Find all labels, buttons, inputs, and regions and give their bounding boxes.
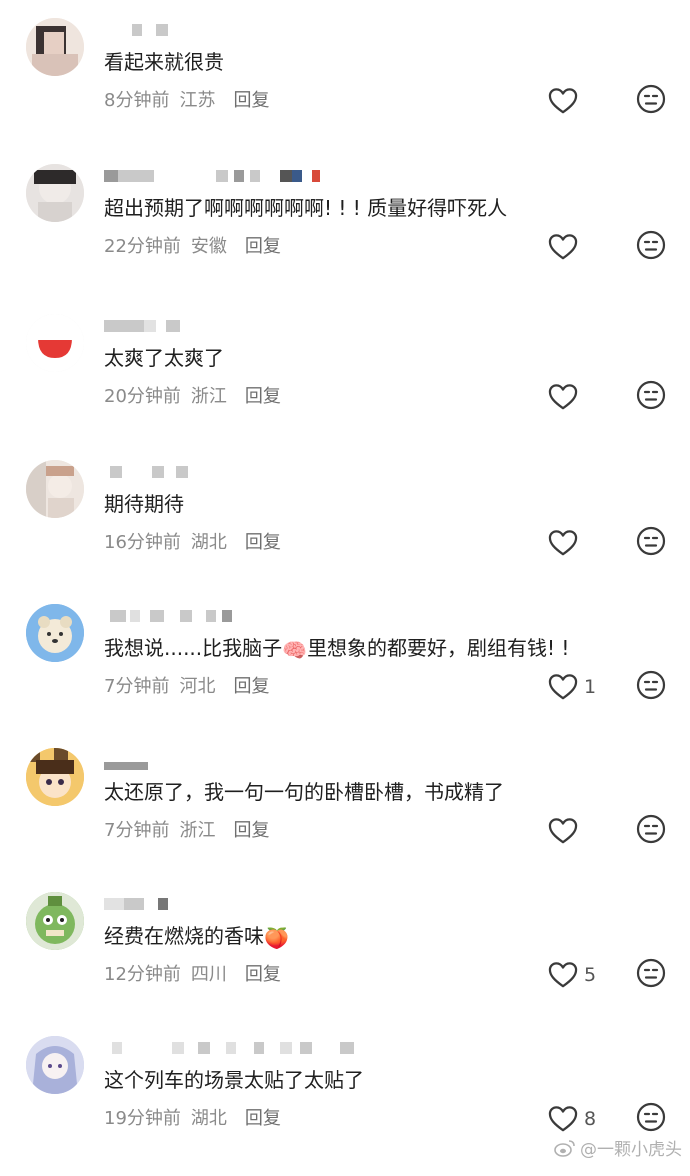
comment-location: 湖北: [190, 532, 227, 553]
comment-text: 我想说......比我脑子🧠里想象的都要好，剧组有钱! !: [104, 634, 569, 664]
comment-location: 江苏: [179, 90, 216, 111]
comment-text-part: 经费在燃烧的香味: [104, 924, 264, 948]
watermark-text: @一颗小虎头: [580, 1140, 682, 1160]
dislike-face-icon[interactable]: [636, 380, 666, 410]
comment-time: 22分钟前: [104, 236, 181, 257]
reply-button[interactable]: 回复: [245, 235, 281, 259]
like-button[interactable]: [548, 231, 584, 263]
heart-icon: [548, 674, 578, 700]
dislike-face-icon[interactable]: [636, 670, 666, 700]
like-button[interactable]: 8: [548, 1103, 596, 1135]
comment-time: 8分钟前: [104, 90, 170, 111]
heart-icon: [548, 818, 578, 844]
user-avatar[interactable]: [26, 1036, 84, 1094]
brain-emoji-icon: 🧠: [282, 638, 308, 662]
comment-text: 这个列车的场景太贴了太贴了: [104, 1068, 364, 1092]
comment-meta: 20分钟前 浙江 回复: [104, 385, 281, 409]
comment-location: 四川: [190, 964, 227, 985]
comment-item: 超出预期了啊啊啊啊啊啊! ! ! 质量好得吓死人 22分钟前 安徽 回复: [0, 164, 690, 304]
heart-icon: [548, 530, 578, 556]
comment-time: 7分钟前: [104, 676, 170, 697]
comment-text: 经费在燃烧的香味🍑: [104, 922, 289, 952]
dislike-face-icon[interactable]: [636, 1102, 666, 1132]
comment-time: 7分钟前: [104, 820, 170, 841]
user-avatar[interactable]: [26, 460, 84, 518]
user-avatar[interactable]: [26, 604, 84, 662]
like-button[interactable]: [548, 381, 584, 413]
comment-location: 浙江: [190, 386, 227, 407]
user-avatar[interactable]: [26, 892, 84, 950]
comment-meta: 12分钟前 四川 回复: [104, 963, 281, 987]
comment-text-part: 里想象的都要好，剧组有钱! !: [307, 636, 570, 660]
reply-button[interactable]: 回复: [233, 675, 269, 699]
comment-text: 太爽了太爽了: [104, 346, 224, 370]
comment-text-part: 我想说......比我脑子: [104, 636, 283, 660]
user-avatar[interactable]: [26, 748, 84, 806]
comment-text: 看起来就很贵: [104, 50, 224, 74]
dislike-face-icon[interactable]: [636, 958, 666, 988]
dislike-face-icon[interactable]: [636, 84, 666, 114]
like-count: 8: [584, 1108, 597, 1130]
comment-item: 看起来就很贵 8分钟前 江苏 回复: [0, 18, 690, 158]
dislike-face-icon[interactable]: [636, 526, 666, 556]
reply-button[interactable]: 回复: [233, 819, 269, 843]
comment-item: 期待期待 16分钟前 湖北 回复: [0, 460, 690, 600]
peach-emoji-icon: 🍑: [264, 926, 289, 950]
like-button[interactable]: [548, 85, 584, 117]
dislike-face-icon[interactable]: [636, 814, 666, 844]
reply-button[interactable]: 回复: [245, 531, 281, 555]
comment-meta: 7分钟前 浙江 回复: [104, 819, 269, 843]
comment-meta: 7分钟前 河北 回复: [104, 675, 269, 699]
username-redacted[interactable]: [104, 898, 364, 912]
heart-icon: [548, 1106, 578, 1132]
username-redacted[interactable]: [104, 466, 364, 480]
comment-meta: 16分钟前 湖北 回复: [104, 531, 281, 555]
reply-button[interactable]: 回复: [245, 963, 281, 987]
comment-item: 太还原了，我一句一句的卧槽卧槽，书成精了 7分钟前 浙江 回复: [0, 748, 690, 888]
comment-time: 12分钟前: [104, 964, 181, 985]
heart-icon: [548, 962, 578, 988]
like-count: 1: [584, 676, 597, 698]
username-redacted[interactable]: [104, 610, 364, 624]
comment-text: 太还原了，我一句一句的卧槽卧槽，书成精了: [104, 780, 504, 804]
comment-location: 河北: [179, 676, 216, 697]
comment-item: 经费在燃烧的香味🍑 12分钟前 四川 回复 5: [0, 892, 690, 1032]
comment-text: 超出预期了啊啊啊啊啊啊! ! ! 质量好得吓死人: [104, 196, 508, 220]
username-redacted[interactable]: [104, 24, 364, 38]
heart-icon: [548, 234, 578, 260]
weibo-icon: [554, 1139, 575, 1157]
comment-location: 湖北: [190, 1108, 227, 1129]
username-redacted[interactable]: [104, 1042, 364, 1056]
like-count: 5: [584, 964, 597, 986]
username-redacted[interactable]: [104, 320, 364, 334]
comment-time: 16分钟前: [104, 532, 181, 553]
like-button[interactable]: 1: [548, 671, 596, 703]
user-avatar[interactable]: [26, 18, 84, 76]
comment-time: 19分钟前: [104, 1108, 181, 1129]
watermark: @一颗小虎头: [554, 1135, 682, 1160]
username-redacted[interactable]: [104, 170, 364, 184]
comment-location: 浙江: [179, 820, 216, 841]
reply-button[interactable]: 回复: [245, 1107, 281, 1131]
comment-time: 20分钟前: [104, 386, 181, 407]
dislike-face-icon[interactable]: [636, 230, 666, 260]
username-redacted[interactable]: [104, 754, 364, 770]
like-button[interactable]: [548, 815, 584, 847]
comment-meta: 22分钟前 安徽 回复: [104, 235, 281, 259]
like-button[interactable]: 5: [548, 959, 596, 991]
user-avatar[interactable]: [26, 314, 84, 372]
heart-icon: [548, 384, 578, 410]
comment-meta: 8分钟前 江苏 回复: [104, 89, 269, 113]
comment-location: 安徽: [190, 236, 227, 257]
comment-meta: 19分钟前 湖北 回复: [104, 1107, 281, 1131]
reply-button[interactable]: 回复: [245, 385, 281, 409]
comment-item: 太爽了太爽了 20分钟前 浙江 回复: [0, 314, 690, 454]
user-avatar[interactable]: [26, 164, 84, 222]
heart-icon: [548, 88, 578, 114]
reply-button[interactable]: 回复: [233, 89, 269, 113]
comment-text: 期待期待: [104, 492, 184, 516]
comment-item: 我想说......比我脑子🧠里想象的都要好，剧组有钱! ! 7分钟前 河北 回复 1: [0, 604, 690, 744]
like-button[interactable]: [548, 527, 584, 559]
